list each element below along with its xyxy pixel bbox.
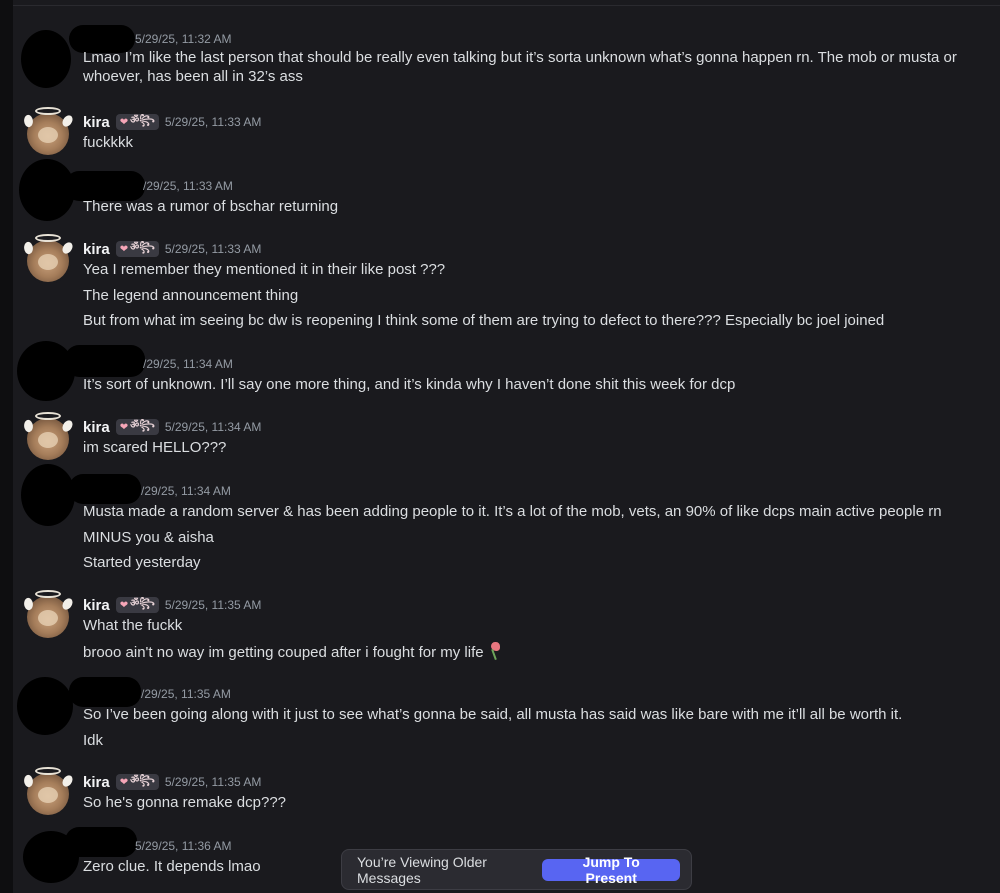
message-text: Lmao I’m like the last person that shoul… [83,49,957,85]
message-timestamp[interactable]: 5/29/25, 11:33 AM [165,115,262,129]
redacted-avatar [21,30,71,88]
message-timestamp[interactable]: 5/29/25, 11:34 AM [165,420,262,434]
message-text: So he's gonna remake dcp??? [83,794,287,811]
kira-avatar[interactable] [22,234,74,282]
username[interactable]: kira [83,419,110,436]
heart-icon: ❤ [119,243,129,255]
message-text: It’s sort of unknown. I’ll say one more … [83,376,736,393]
username[interactable]: kira [83,241,110,258]
message-text-with-emoji: brooo ain't no way im getting couped aft… [83,641,980,668]
message-timestamp[interactable]: 5/29/25, 11:33 AM [165,242,262,256]
jump-to-present-button[interactable]: Jump To Present [542,854,680,886]
older-messages-text: You’re Viewing Older Messages [357,853,487,886]
wilted-rose-emoji-icon [488,641,500,660]
kira-avatar[interactable] [22,767,74,815]
message-timestamp[interactable]: 5/29/25, 11:35 AM [165,598,262,612]
heart-icon: ❤ [119,776,129,788]
username[interactable]: kira [83,114,110,131]
message-text: MINUS you & aisha [83,528,214,546]
kira-avatar[interactable] [22,412,74,460]
redacted-username [69,677,141,707]
message-text: But from what im seeing bc dw is reopeni… [83,312,885,329]
role-badge[interactable]: ❤ ॐ꧂ [115,419,159,435]
message-text: So I’ve been going along with it just to… [83,706,903,723]
redacted-avatar [17,677,73,735]
message-timestamp[interactable]: /29/25, 11:33 AM [143,179,233,193]
message-timestamp[interactable]: /29/25, 11:35 AM [141,687,231,701]
heart-icon: ❤ [119,421,129,433]
message-list[interactable]: 5/29/25, 11:32 AM Lmao I’m like the last… [13,6,1000,893]
window-left-edge [0,0,13,893]
username[interactable]: kira [83,774,110,791]
redacted-username [65,345,145,377]
message-text: Yea I remember they mentioned it in thei… [83,261,446,278]
role-badge[interactable]: ❤ ॐ꧂ [115,597,159,613]
heart-icon: ❤ [119,599,129,611]
message-text: Idk [83,731,104,749]
message-timestamp[interactable]: 5/29/25, 11:35 AM [165,775,262,789]
kira-avatar[interactable] [22,590,74,638]
message-text: fuckkkk [83,134,134,151]
redacted-username [69,474,141,504]
username[interactable]: kira [83,597,110,614]
older-messages-banner: You’re Viewing Older Messages Jump To Pr… [341,849,692,890]
role-badge[interactable]: ❤ ॐ꧂ [115,114,159,130]
message-timestamp[interactable]: /29/25, 11:34 AM [141,484,231,498]
message-text: The legend announcement thing [83,286,299,304]
redacted-avatar [21,464,75,526]
role-badge[interactable]: ❤ ॐ꧂ [115,774,159,790]
role-badge[interactable]: ❤ ॐ꧂ [115,241,159,257]
message-timestamp[interactable]: /29/25, 11:34 AM [143,357,233,371]
message-text: What the fuckk [83,617,183,634]
message-timestamp[interactable]: 5/29/25, 11:32 AM [135,32,232,46]
message-text: im scared HELLO??? [83,439,227,456]
message-timestamp[interactable]: 5/29/25, 11:36 AM [135,839,232,853]
message-text: brooo ain't no way im getting couped aft… [83,643,484,661]
message-text: Musta made a random server & has been ad… [83,503,942,520]
heart-icon: ❤ [119,116,129,128]
message-text: There was a rumor of bschar returning [83,198,339,215]
redacted-avatar [17,341,75,401]
message-text: Started yesterday [83,554,201,571]
kira-avatar[interactable] [22,107,74,155]
redacted-username [65,827,137,857]
